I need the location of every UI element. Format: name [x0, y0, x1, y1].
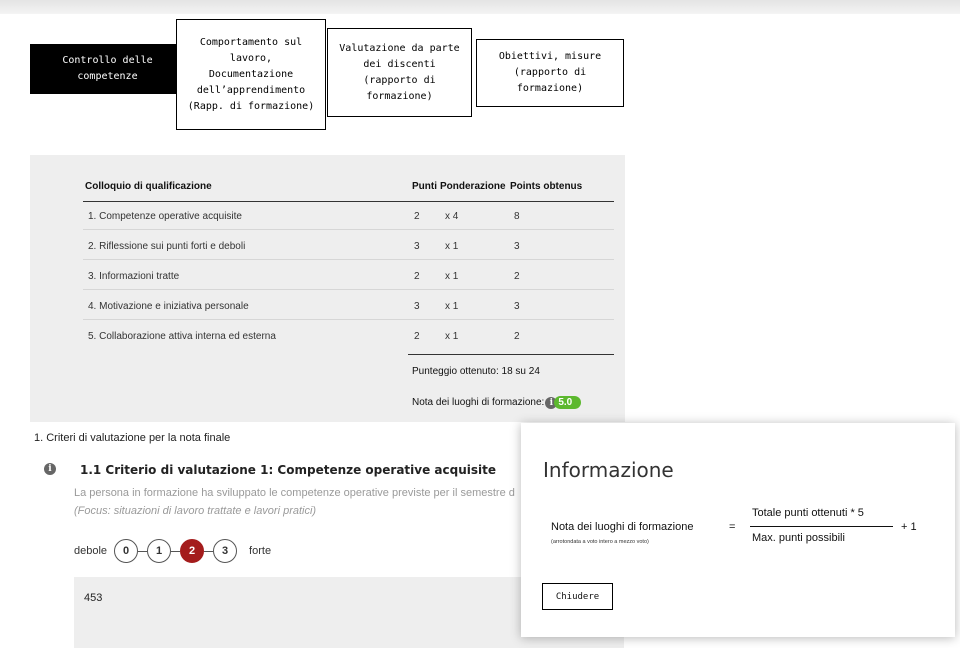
row-name: 2. Riflessione sui punti forti e deboli	[88, 241, 246, 252]
row-weight: x 1	[445, 301, 459, 312]
scale-connector	[204, 550, 214, 552]
header-points: Punti	[412, 181, 437, 192]
rating-option-0[interactable]: 0	[114, 539, 139, 563]
header-divider	[83, 201, 614, 202]
row-name: 1. Competenze operative acquisite	[88, 211, 242, 222]
tab-learner-evaluation-label: Valutazione da parte dei discenti (rapport…	[339, 42, 460, 102]
header-obtained: Points obtenus	[510, 181, 583, 192]
row-points: 2	[414, 331, 420, 342]
info-icon[interactable]: i	[44, 463, 56, 475]
training-grade: Nota dei luoghi di formazione: i 5.0	[412, 396, 582, 409]
rating-option-2[interactable]: 2	[180, 539, 205, 563]
header-name: Colloquio di qualificazione	[85, 181, 212, 192]
row-points: 2	[414, 211, 420, 222]
tab-competence-check[interactable]: Controllo delle competenze	[30, 44, 185, 94]
row-points: 3	[414, 301, 420, 312]
row-weight: x 1	[445, 331, 459, 342]
fraction-bar	[750, 526, 893, 527]
row-divider	[83, 229, 614, 230]
row-points: 2	[414, 271, 420, 282]
tab-objectives[interactable]: Obiettivi, misure (rapporto di formazione)	[476, 39, 624, 107]
section-title: 1. Criteri di valutazione per la nota fi…	[34, 432, 231, 444]
formula-denominator: Max. punti possibili	[752, 532, 845, 544]
formula-equals: =	[729, 521, 736, 533]
rating-option-3[interactable]: 3	[213, 539, 238, 563]
criterion-title: 1.1 Criterio di valutazione 1: Competenz…	[80, 463, 496, 477]
formula-label: Nota dei luoghi di formazione	[551, 521, 694, 533]
row-points: 3	[414, 241, 420, 252]
header-weight: Ponderazione	[440, 181, 506, 192]
tab-competence-check-label: Controllo delle competenze	[62, 55, 153, 82]
rating-option-1[interactable]: 1	[147, 539, 172, 563]
info-modal: Informazione Nota dei luoghi di formazio…	[521, 423, 955, 637]
scale-connector	[138, 550, 148, 552]
row-obtained: 2	[514, 271, 520, 282]
scale-connector	[171, 550, 181, 552]
row-name: 3. Informazioni tratte	[88, 271, 180, 282]
row-name: 5. Collaborazione attiva interna ed este…	[88, 331, 276, 342]
row-obtained: 3	[514, 301, 520, 312]
close-button[interactable]: Chiudere	[542, 583, 613, 610]
total-score: Punteggio ottenuto: 18 su 24	[412, 366, 540, 377]
training-grade-label: Nota dei luoghi di formazione:	[412, 397, 545, 409]
table-row: 4. Motivazione e iniziativa personale 3 …	[83, 293, 614, 320]
row-divider	[83, 259, 614, 260]
table-row: 2. Riflessione sui punti forti e deboli …	[83, 233, 614, 260]
formula-subtext: (arrotondata a voto intero a mezzo voto)	[551, 539, 649, 545]
row-divider	[83, 319, 614, 320]
scale-low-label: debole	[74, 545, 108, 557]
tab-objectives-label: Obiettivi, misure (rapporto di formazione)	[498, 51, 602, 94]
row-weight: x 1	[445, 271, 459, 282]
row-divider	[83, 289, 614, 290]
tab-work-behavior[interactable]: Comportamento sul lavoro, Documentazione de…	[176, 19, 326, 130]
total-divider	[408, 354, 614, 355]
row-obtained: 3	[514, 241, 520, 252]
row-obtained: 2	[514, 331, 520, 342]
tab-work-behavior-label: Comportamento sul lavoro, Documentazione de…	[187, 36, 315, 112]
table-row: 5. Collaborazione attiva interna ed este…	[83, 323, 614, 350]
qualification-table-panel: Colloquio di qualificazione Punti Ponder…	[30, 155, 625, 422]
formula-numerator: Totale punti ottenuti * 5	[752, 507, 864, 519]
row-name: 4. Motivazione e iniziativa personale	[88, 301, 249, 312]
criterion-description: La persona in formazione ha sviluppato l…	[74, 487, 515, 499]
table-row: 1. Competenze operative acquisite 2 x 4 …	[83, 203, 614, 230]
row-weight: x 4	[445, 211, 459, 222]
row-weight: x 1	[445, 241, 459, 252]
row-obtained: 8	[514, 211, 520, 222]
rating-scale: debole 0 1 2 3 forte	[74, 538, 271, 564]
grade-badge: 5.0	[554, 396, 582, 409]
table-row: 3. Informazioni tratte 2 x 1 2	[83, 263, 614, 290]
browser-top-shadow	[0, 0, 960, 14]
criterion-focus: (Focus: situazioni di lavoro trattate e …	[74, 505, 317, 517]
tab-learner-evaluation[interactable]: Valutazione da parte dei discenti (rapport…	[327, 28, 472, 117]
modal-title: Informazione	[543, 458, 674, 482]
formula-plus-one: + 1	[901, 521, 917, 533]
scale-high-label: forte	[249, 545, 272, 557]
